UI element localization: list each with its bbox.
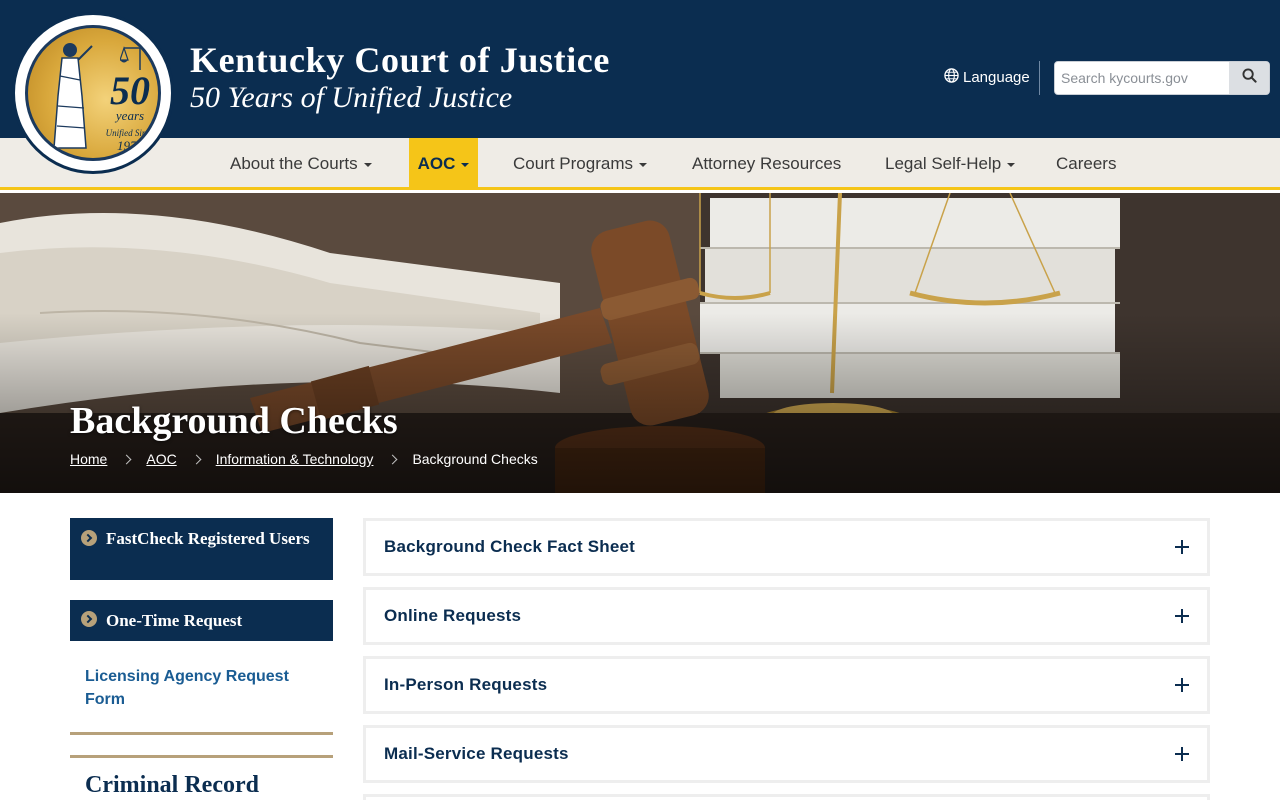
breadcrumb-current: Background Checks: [412, 451, 538, 467]
plus-icon: [1175, 609, 1189, 623]
seal-year: 1976: [117, 138, 143, 153]
accordion-label: Background Check Fact Sheet: [384, 537, 636, 556]
accordion-label: Online Requests: [384, 606, 522, 625]
nav-label: Careers: [1056, 154, 1117, 173]
lady-justice-icon: [53, 43, 93, 149]
nav-about-the-courts[interactable]: About the Courts: [220, 138, 382, 190]
language-selector[interactable]: Language: [944, 68, 1030, 87]
sidebar-divider: [70, 755, 333, 758]
sidebar-button-fastcheck[interactable]: FastCheck Registered Users: [70, 518, 333, 580]
seal-anniversary-text: 50 years Unified Since 1976: [100, 68, 158, 153]
nav-label: Attorney Resources: [692, 154, 842, 173]
accordion-label: Mail-Service Requests: [384, 744, 569, 763]
plus-icon: [1175, 747, 1189, 761]
page-title: Background Checks: [70, 400, 398, 442]
hero-overlay: [0, 193, 1280, 493]
seal-number: 50: [110, 68, 150, 113]
header-divider: [1039, 61, 1040, 95]
breadcrumb-home[interactable]: Home: [70, 451, 107, 467]
site-subtitle: 50 Years of Unified Justice: [190, 81, 513, 114]
nav-court-programs[interactable]: Court Programs: [503, 138, 657, 190]
nav-legal-self-help[interactable]: Legal Self-Help: [875, 138, 1025, 190]
breadcrumb-aoc[interactable]: AOC: [146, 451, 176, 467]
nav-aoc[interactable]: AOC: [409, 138, 478, 190]
search-icon: [1241, 68, 1257, 88]
main-navigation: About the Courts AOC Court Programs Atto…: [0, 138, 1280, 190]
sidebar-link-licensing-agency[interactable]: Licensing Agency Request Form: [85, 665, 315, 711]
sidebar-button-one-time-request[interactable]: One-Time Request: [70, 600, 333, 641]
chevron-right-icon: [387, 454, 398, 464]
accordion-in-person-requests[interactable]: In-Person Requests: [363, 656, 1210, 714]
plus-icon: [1175, 678, 1189, 692]
search-input[interactable]: [1055, 62, 1229, 94]
caret-down-icon: [638, 163, 647, 167]
court-seal-logo[interactable]: KENTUCKY COURT OF JUSTICE 50 years Unifi…: [12, 12, 174, 174]
accordion-online-requests[interactable]: Online Requests: [363, 587, 1210, 645]
chevron-circle-icon: [81, 611, 97, 627]
chevron-right-icon: [121, 454, 132, 464]
seal-medallion: 50 years Unified Since 1976: [25, 25, 161, 161]
caret-down-icon: [1007, 163, 1016, 167]
nav-label: Legal Self-Help: [885, 154, 1002, 173]
nav-label: About the Courts: [230, 154, 358, 173]
breadcrumb-information-technology[interactable]: Information & Technology: [216, 451, 374, 467]
hero-banner: Background Checks Home AOC Information &…: [0, 193, 1280, 493]
plus-icon: [1175, 540, 1189, 554]
accordion-fact-sheet[interactable]: Background Check Fact Sheet: [363, 518, 1210, 576]
search-form: [1054, 61, 1270, 95]
accordion-next-item[interactable]: [363, 794, 1210, 800]
seal-years: years: [115, 108, 145, 123]
site-header: Kentucky Court of Justice 50 Years of Un…: [0, 0, 1280, 138]
nav-careers[interactable]: Careers: [1046, 138, 1126, 190]
nav-attorney-resources[interactable]: Attorney Resources: [682, 138, 851, 190]
language-label: Language: [963, 69, 1030, 86]
breadcrumb: Home AOC Information & Technology Backgr…: [70, 451, 538, 467]
search-button[interactable]: [1229, 62, 1269, 94]
site-title[interactable]: Kentucky Court of Justice: [190, 40, 610, 80]
sidebar-button-label: One-Time Request: [106, 611, 243, 630]
nav-label: AOC: [417, 154, 456, 173]
caret-down-icon: [461, 163, 470, 167]
caret-down-icon: [363, 163, 372, 167]
chevron-circle-icon: [81, 530, 97, 546]
chevron-right-icon: [191, 454, 202, 464]
globe-icon: [944, 68, 959, 87]
nav-label: Court Programs: [513, 154, 633, 173]
sidebar-divider: [70, 732, 333, 735]
accordion-mail-service-requests[interactable]: Mail-Service Requests: [363, 725, 1210, 783]
sidebar-button-label: FastCheck Registered Users: [106, 529, 310, 548]
accordion-label: In-Person Requests: [384, 675, 548, 694]
sidebar-section-heading: Criminal Record: [85, 772, 259, 798]
